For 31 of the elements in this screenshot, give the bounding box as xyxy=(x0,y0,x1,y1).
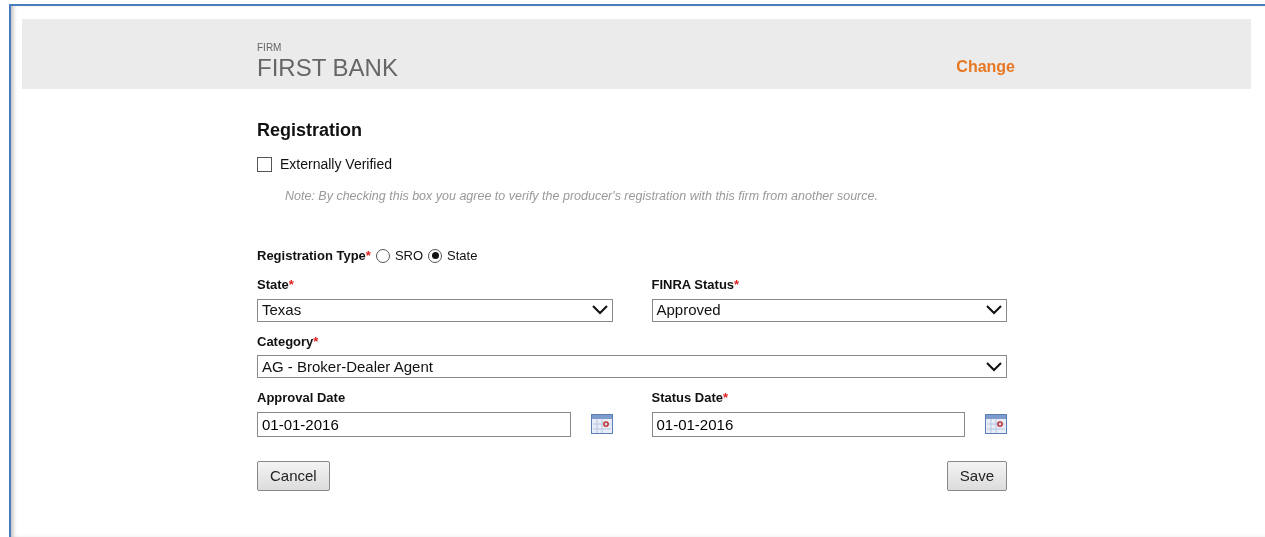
note-text: Note: By checking this box you agree to verify the producer's registration with this firm from another source. xyxy=(285,188,879,205)
required-mark: * xyxy=(313,333,319,349)
chevron-down-icon xyxy=(986,305,1002,316)
form-button[interactable]: Cancel xyxy=(257,460,330,492)
select-field[interactable]: AG - Broker-Dealer Agent xyxy=(257,355,1007,379)
required-mark: * xyxy=(365,247,371,263)
firm-label: FIRM xyxy=(257,40,283,55)
select-field[interactable]: Approved xyxy=(651,298,1007,322)
radio-label: State xyxy=(447,246,478,265)
field-label: Category xyxy=(257,333,314,349)
firm-name: FIRST BANK xyxy=(257,54,398,81)
calendar-icon[interactable] xyxy=(590,414,613,435)
checkbox[interactable] xyxy=(257,157,272,172)
select-field[interactable]: Texas xyxy=(257,298,613,322)
field-label: FINRA Status xyxy=(651,277,735,293)
chevron-down-icon xyxy=(986,361,1002,372)
required-mark: * xyxy=(734,277,740,293)
field-label: Registration Type xyxy=(257,247,366,263)
form-button[interactable]: Save xyxy=(946,460,1007,492)
date-field[interactable]: 01-01-2016 xyxy=(257,411,571,437)
calendar-icon[interactable] xyxy=(985,414,1007,435)
chevron-down-icon xyxy=(591,305,608,316)
field-label: State xyxy=(257,277,289,293)
date-field[interactable]: 01-01-2016 xyxy=(651,411,965,437)
radio-label: SRO xyxy=(394,246,424,265)
field-label: Approval Date xyxy=(257,390,346,406)
section-title: Registration xyxy=(257,119,363,142)
field-label: Status Date xyxy=(651,390,724,406)
required-mark: * xyxy=(288,277,294,293)
checkbox-label: Externally Verified xyxy=(280,155,393,174)
required-mark: * xyxy=(723,390,729,406)
